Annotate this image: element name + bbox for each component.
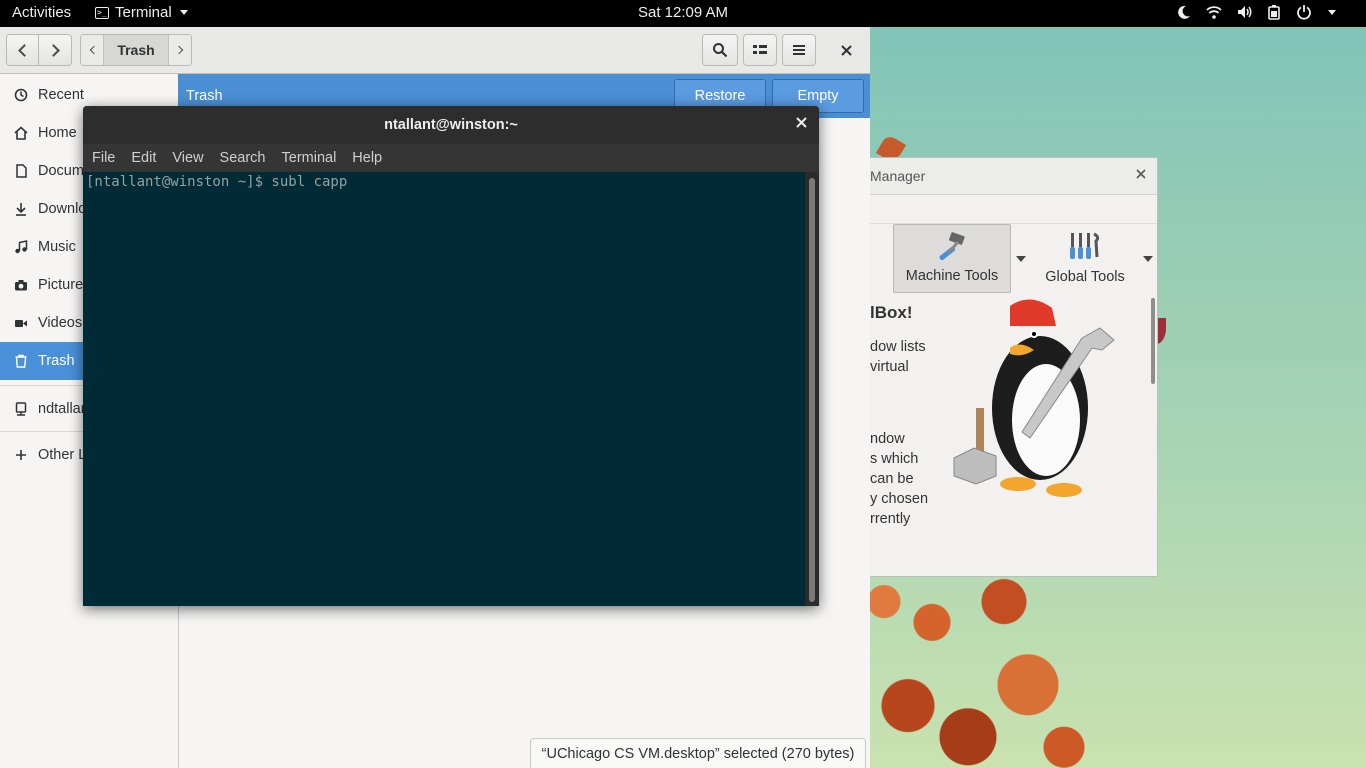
- battery-icon: [1268, 5, 1280, 20]
- breadcrumb-right-button[interactable]: [169, 35, 191, 65]
- hamburger-icon: [793, 45, 805, 55]
- chevron-down-icon: [179, 10, 188, 15]
- search-icon: [713, 43, 728, 58]
- window-title: ntallant@winston:~: [384, 117, 518, 133]
- virtualbox-mascot-image: [953, 299, 1115, 497]
- sidebar-item-label: Home: [38, 125, 77, 141]
- trash-icon: [15, 354, 27, 368]
- chevron-right-icon: [174, 45, 183, 55]
- sidebar-item-label: Recent: [38, 87, 84, 103]
- sidebar-item-label: Downlo: [38, 201, 87, 217]
- close-icon: [1136, 169, 1146, 179]
- global-tools-label: Global Tools: [1045, 269, 1125, 285]
- virtualbox-manager-window: Manager Machine Tools Global Tools lBox!…: [870, 157, 1158, 577]
- sidebar-item-label: Music: [38, 239, 76, 255]
- close-button[interactable]: [1136, 166, 1146, 183]
- sidebar-item-label: Other L: [38, 447, 87, 463]
- downloads-icon: [16, 203, 26, 216]
- machine-tools-button[interactable]: Machine Tools: [893, 224, 1011, 293]
- menu-search[interactable]: Search: [220, 150, 266, 166]
- menu-help[interactable]: Help: [352, 150, 382, 166]
- welcome-text-line: virtual: [870, 359, 909, 375]
- clock[interactable]: Sat 12:09 AM: [638, 4, 728, 21]
- activities-button[interactable]: Activities: [12, 4, 71, 21]
- menu-view[interactable]: View: [172, 150, 203, 166]
- welcome-text-line: can be: [870, 471, 914, 487]
- sidebar-item-label: Videos: [38, 315, 83, 331]
- search-button[interactable]: [702, 34, 738, 66]
- recent-icon: [14, 88, 28, 102]
- chevron-right-icon: [47, 43, 60, 57]
- sidebar-item-label: ndtallan: [38, 401, 89, 417]
- welcome-text-line: dow lists: [870, 339, 926, 355]
- terminal-window: ntallant@winston:~ File Edit View Search…: [83, 106, 819, 606]
- wallpaper-tree: [860, 560, 1100, 768]
- documents-icon: [16, 164, 27, 178]
- breadcrumb-current[interactable]: Trash: [103, 35, 169, 65]
- video-camera-icon: [15, 320, 27, 327]
- window-title: Manager: [870, 168, 926, 184]
- night-mode-icon: [1178, 5, 1190, 19]
- home-icon: [14, 126, 28, 140]
- menu-button[interactable]: [782, 34, 816, 66]
- global-tools-icon: [1070, 232, 1100, 259]
- welcome-heading: lBox!: [870, 303, 913, 322]
- virtualbox-menubar: [870, 195, 1157, 224]
- welcome-text-line: y chosen: [870, 491, 929, 507]
- chevron-down-icon: [1328, 9, 1336, 15]
- wifi-icon: [1206, 6, 1222, 19]
- system-tray[interactable]: [1176, 4, 1336, 20]
- breadcrumb-left-button[interactable]: [81, 35, 103, 65]
- machine-tools-icon: [939, 232, 965, 261]
- network-drive-icon: [15, 402, 27, 416]
- menu-terminal[interactable]: Terminal: [282, 150, 337, 166]
- app-menu-label: Terminal: [115, 4, 172, 21]
- close-button[interactable]: [796, 115, 807, 133]
- terminal-output[interactable]: [ntallant@winston ~]$ subl capp: [83, 172, 805, 606]
- chevron-left-icon: [17, 43, 31, 57]
- menu-file[interactable]: File: [92, 150, 115, 166]
- camera-icon: [15, 280, 27, 291]
- chevron-down-icon[interactable]: [1143, 256, 1153, 262]
- chevron-down-icon[interactable]: [1016, 256, 1026, 262]
- scrollbar-thumb[interactable]: [809, 178, 815, 602]
- terminal-menubar: File Edit View Search Terminal Help: [83, 144, 819, 172]
- top-bar: Activities >_ Terminal Sat 12:09 AM: [0, 0, 1366, 27]
- chevron-left-icon: [89, 45, 98, 55]
- back-button[interactable]: [6, 34, 39, 66]
- volume-icon: [1238, 6, 1252, 18]
- list-view-icon: [753, 45, 767, 54]
- breadcrumb: Trash: [80, 34, 192, 66]
- trash-info-title: Trash: [186, 88, 223, 104]
- view-toggle-button[interactable]: [743, 34, 777, 66]
- virtualbox-titlebar: Manager: [870, 158, 1157, 195]
- terminal-icon: >_: [95, 6, 109, 19]
- history-nav: [6, 34, 72, 66]
- global-tools-button[interactable]: Global Tools: [1026, 224, 1144, 293]
- menu-edit[interactable]: Edit: [131, 150, 156, 166]
- welcome-text-line: rrently: [870, 511, 911, 527]
- plus-icon: [16, 450, 26, 460]
- terminal-titlebar[interactable]: ntallant@winston:~: [83, 106, 819, 144]
- sidebar-item-label: Trash: [38, 353, 75, 369]
- scrollbar[interactable]: [1151, 298, 1155, 384]
- music-icon: [15, 240, 28, 254]
- close-icon: [796, 117, 807, 128]
- machine-tools-label: Machine Tools: [905, 268, 999, 284]
- scrollbar[interactable]: [805, 172, 819, 606]
- sidebar-item-label: Docum: [38, 163, 84, 179]
- app-menu[interactable]: >_ Terminal: [95, 4, 188, 21]
- close-button[interactable]: [836, 40, 856, 60]
- close-icon: [840, 44, 852, 56]
- file-manager-header: Trash: [0, 27, 870, 74]
- welcome-text-line: ndow: [870, 431, 905, 447]
- welcome-text-line: s which: [870, 451, 919, 467]
- selection-status: “UChicago CS VM.desktop” selected (270 b…: [530, 738, 866, 768]
- sidebar-item-label: Picture: [38, 277, 84, 293]
- power-icon: [1297, 5, 1311, 20]
- prompt-line: [ntallant@winston ~]$ subl capp: [86, 174, 348, 190]
- forward-button[interactable]: [39, 34, 72, 66]
